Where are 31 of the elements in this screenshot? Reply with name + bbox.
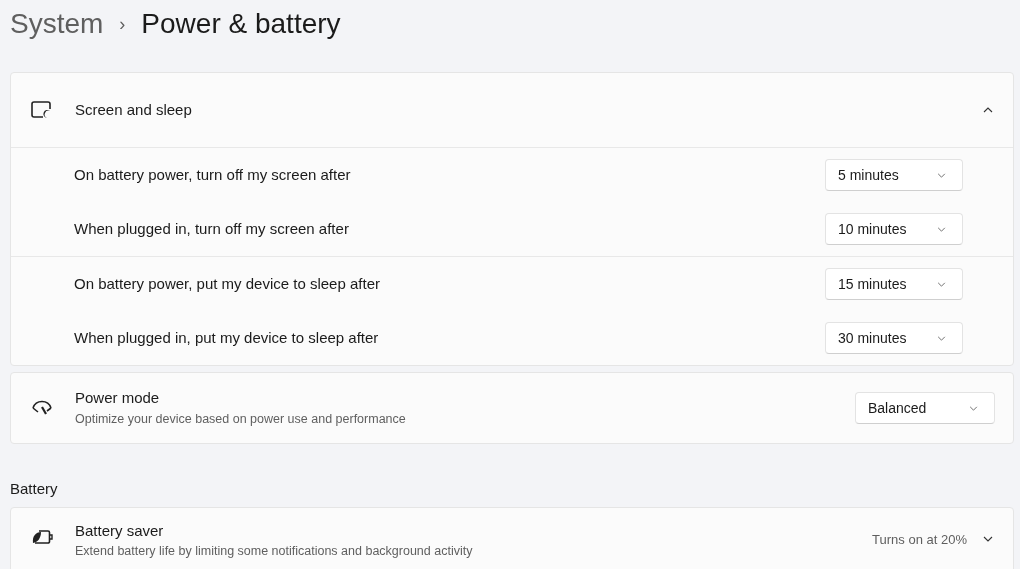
dropdown[interactable]: 10 minutes bbox=[825, 213, 963, 245]
section-title: Screen and sleep bbox=[75, 99, 193, 120]
setting-label: On battery power, turn off my screen after bbox=[74, 164, 352, 185]
chevron-down-icon bbox=[983, 535, 993, 542]
setting-label: On battery power, put my device to sleep after bbox=[74, 273, 381, 294]
setting-title: Power mode bbox=[75, 388, 161, 409]
setting-label: When plugged in, put my device to sleep after bbox=[74, 327, 380, 348]
setting-description: Extend battery life by limiting some notifications and background activity bbox=[75, 543, 474, 560]
battery-saver-card[interactable]: Battery saver Extend battery life by limiting some notifications and background activity Turns on at 20% bbox=[10, 506, 1014, 569]
dropdown[interactable]: Balanced bbox=[855, 392, 995, 424]
dropdown[interactable]: 15 minutes bbox=[825, 268, 963, 300]
chevron-down-icon bbox=[937, 172, 946, 178]
chevron-up-icon bbox=[983, 107, 993, 113]
breadcrumb-separator: › bbox=[119, 12, 126, 36]
battery-leaf-icon bbox=[31, 528, 53, 545]
dropdown[interactable]: 5 minutes bbox=[825, 159, 963, 191]
chevron-down-icon bbox=[937, 226, 946, 232]
page-title: Power & battery bbox=[141, 7, 341, 41]
chevron-down-icon bbox=[937, 281, 946, 287]
chevron-down-icon bbox=[937, 335, 946, 341]
dropdown[interactable]: 30 minutes bbox=[825, 322, 963, 354]
setting-description: Optimize your device based on power use and performance bbox=[75, 410, 407, 428]
screen-sleep-header[interactable]: Screen and sleep bbox=[11, 73, 1013, 147]
gauge-icon bbox=[31, 400, 53, 416]
section-heading: Battery bbox=[9, 479, 59, 499]
screen-icon bbox=[31, 101, 53, 119]
chevron-down-icon bbox=[969, 405, 978, 411]
status-text: Turns on at 20% bbox=[872, 530, 967, 549]
breadcrumb-parent[interactable]: System bbox=[10, 3, 104, 45]
setting-label: When plugged in, turn off my screen after bbox=[74, 218, 350, 239]
setting-title: Battery saver bbox=[75, 520, 165, 541]
